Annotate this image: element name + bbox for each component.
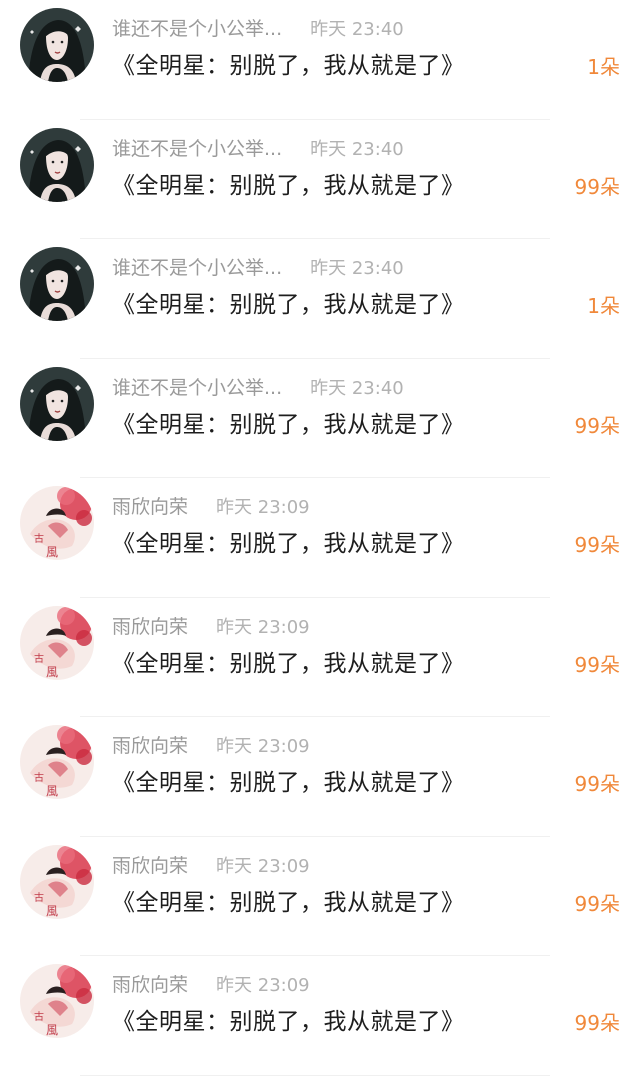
message-text: 《全明星：别脱了，我从就是了》 [112, 53, 465, 79]
svg-text:古: 古 [34, 652, 44, 665]
list-item[interactable]: 谁还不是个小公举... 昨天 23:40 《全明星：别脱了，我从就是了》 99朵 [0, 120, 640, 239]
message-text: 《全明星：别脱了，我从就是了》 [112, 889, 465, 916]
avatar[interactable] [20, 8, 94, 82]
avatar[interactable]: 古 風 [20, 964, 94, 1038]
message-text: 《全明星：别脱了，我从就是了》 [112, 770, 465, 796]
timestamp: 昨天 23:40 [310, 258, 404, 279]
divider [80, 1074, 550, 1076]
svg-text:古: 古 [34, 891, 44, 904]
username[interactable]: 谁还不是个小公举... [112, 253, 282, 280]
timestamp: 昨天 23:09 [216, 616, 310, 638]
message-text: 《全明星：别脱了，我从就是了》 [112, 411, 465, 438]
username[interactable]: 雨欣向荣 [112, 731, 188, 758]
timestamp: 昨天 23:40 [310, 138, 404, 160]
timestamp: 昨天 23:40 [310, 19, 404, 40]
username[interactable]: 谁还不是个小公举... [112, 134, 282, 161]
flower-count: 99朵 [574, 174, 620, 199]
avatar[interactable]: 古 風 [20, 486, 94, 560]
message-text: 《全明星：别脱了，我从就是了》 [112, 172, 465, 199]
flower-count: 99朵 [574, 891, 620, 916]
message-text: 《全明星：别脱了，我从就是了》 [112, 531, 465, 557]
gift-message-list: 谁还不是个小公举... 昨天 23:40 《全明星：别脱了，我从就是了》 1朵 谁还不… [0, 0, 640, 1076]
flower-count: 99朵 [574, 533, 620, 557]
svg-text:古: 古 [34, 532, 44, 545]
list-item[interactable]: 谁还不是个小公举... 昨天 23:40 《全明星：别脱了，我从就是了》 99朵 [0, 359, 640, 478]
svg-text:古: 古 [34, 771, 44, 784]
flower-count: 1朵 [587, 294, 620, 318]
list-item[interactable]: 古 風 雨欣向荣 昨天 23:09 《全明星：别脱了，我从就是了》 99朵 [0, 717, 640, 837]
list-item[interactable]: 古 風 雨欣向荣 昨天 23:09 《全明星：别脱了，我从就是了》 99朵 [0, 956, 640, 1076]
username[interactable]: 雨欣向荣 [112, 492, 188, 519]
username[interactable]: 雨欣向荣 [112, 970, 188, 997]
username[interactable]: 谁还不是个小公举... [112, 14, 282, 41]
username[interactable]: 谁还不是个小公举... [112, 373, 282, 400]
timestamp: 昨天 23:09 [216, 736, 310, 757]
avatar[interactable] [20, 247, 94, 321]
timestamp: 昨天 23:09 [216, 855, 310, 877]
message-text: 《全明星：别脱了，我从就是了》 [112, 650, 465, 677]
flower-count: 99朵 [574, 1011, 620, 1035]
message-text: 《全明星：别脱了，我从就是了》 [112, 292, 465, 318]
avatar[interactable]: 古 風 [20, 844, 94, 919]
flower-count: 99朵 [574, 772, 620, 796]
list-item[interactable]: 谁还不是个小公举... 昨天 23:40 《全明星：别脱了，我从就是了》 1朵 [0, 0, 640, 120]
timestamp: 昨天 23:09 [216, 975, 310, 996]
svg-text:風: 風 [46, 904, 58, 918]
avatar[interactable] [20, 366, 94, 441]
svg-text:古: 古 [34, 1010, 44, 1023]
svg-text:風: 風 [46, 665, 58, 679]
svg-text:風: 風 [46, 1023, 58, 1037]
flower-count: 1朵 [587, 55, 620, 79]
timestamp: 昨天 23:40 [310, 377, 404, 399]
list-item[interactable]: 古 風 雨欣向荣 昨天 23:09 《全明星：别脱了，我从就是了》 99朵 [0, 478, 640, 598]
flower-count: 99朵 [574, 652, 620, 677]
username[interactable]: 雨欣向荣 [112, 612, 188, 639]
timestamp: 昨天 23:09 [216, 497, 310, 518]
avatar[interactable] [20, 127, 94, 202]
svg-text:風: 風 [46, 784, 58, 798]
flower-count: 99朵 [574, 413, 620, 438]
avatar[interactable]: 古 風 [20, 725, 94, 799]
message-text: 《全明星：别脱了，我从就是了》 [112, 1009, 465, 1035]
username[interactable]: 雨欣向荣 [112, 851, 188, 878]
list-item[interactable]: 谁还不是个小公举... 昨天 23:40 《全明星：别脱了，我从就是了》 1朵 [0, 239, 640, 359]
svg-text:風: 風 [46, 545, 58, 559]
list-item[interactable]: 古 風 雨欣向荣 昨天 23:09 《全明星：别脱了，我从就是了》 99朵 [0, 837, 640, 956]
avatar[interactable]: 古 風 [20, 605, 94, 680]
list-item[interactable]: 古 風 雨欣向荣 昨天 23:09 《全明星：别脱了，我从就是了》 99朵 [0, 598, 640, 717]
